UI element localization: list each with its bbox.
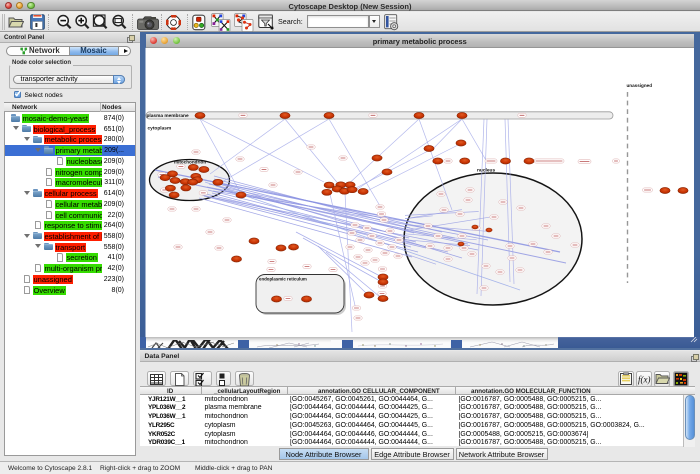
svg-text:mitochondrion: mitochondrion [174, 160, 206, 165]
svg-text:f(x): f(x) [638, 374, 651, 384]
svg-text:endoplasmic reticulum: endoplasmic reticulum [259, 277, 307, 282]
svg-text:cytoplasm: cytoplasm [148, 126, 172, 132]
svg-text:plasma membrane: plasma membrane [147, 113, 189, 119]
svg-text:unassigned: unassigned [627, 83, 653, 88]
svg-text:nucleus: nucleus [477, 168, 495, 174]
